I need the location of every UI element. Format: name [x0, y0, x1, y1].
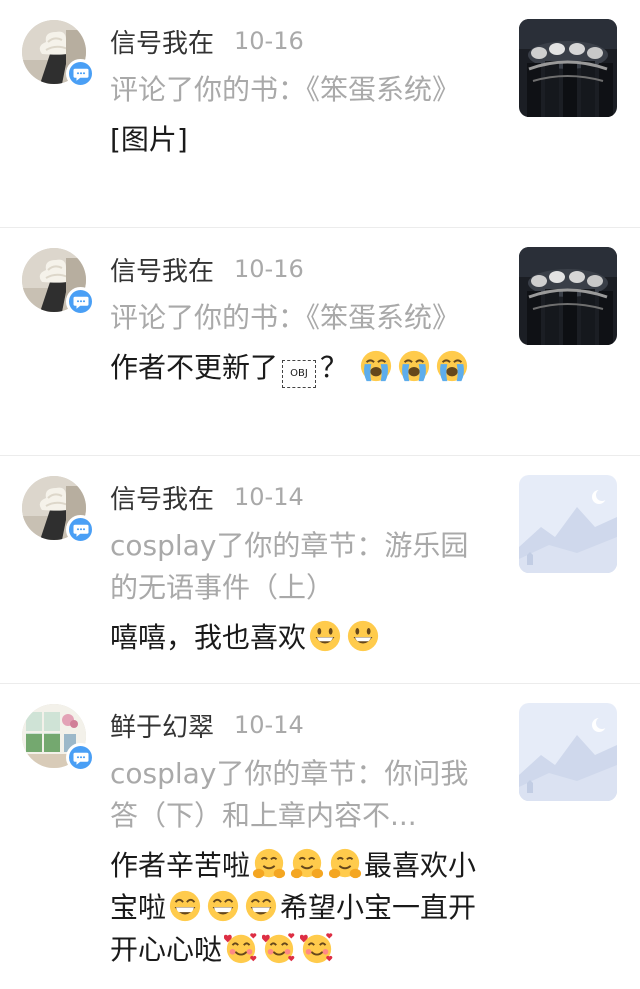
notification-content: 信号我在 10-16 评论了你的书：《笨蛋系统》 [图片]: [110, 20, 485, 161]
book-cover-thumbnail[interactable]: [519, 19, 617, 117]
beaming-face-icon: [206, 889, 240, 923]
notification-item[interactable]: 信号我在 10-16 评论了你的书：《笨蛋系统》 [图片]: [0, 0, 640, 228]
object-placeholder-icon: OBJ: [282, 360, 317, 388]
timestamp: 10-14: [234, 711, 304, 739]
notification-content: 信号我在 10-14 cosplay了你的章节：游乐园的无语事件（上） 嘻嘻，我…: [110, 476, 485, 659]
user-name[interactable]: 信号我在: [110, 251, 214, 288]
notification-header: 信号我在 10-16: [110, 248, 485, 290]
timestamp: 10-16: [234, 27, 304, 55]
beaming-face-icon: [168, 889, 202, 923]
hugging-face-icon: [252, 847, 286, 881]
comment-badge-icon: [66, 743, 95, 772]
smiling-face-with-hearts-icon: [300, 931, 334, 965]
comment-text-part: 作者辛苦啦: [110, 849, 251, 882]
comment-badge-icon: [66, 287, 95, 316]
notification-subject: cosplay了你的章节：游乐园的无语事件（上）: [110, 529, 469, 604]
comment-text-part: 嘻嘻，我也喜欢: [110, 621, 307, 654]
user-name[interactable]: 信号我在: [110, 479, 214, 516]
loudly-crying-face-icon: [435, 349, 469, 383]
timestamp: 10-16: [234, 255, 304, 283]
notification-header: 信号我在 10-14: [110, 476, 485, 518]
comment-text: [图片]: [110, 123, 188, 156]
comment-badge-icon: [66, 515, 95, 544]
comment-text: 作者辛苦啦 最喜欢小宝啦 希望小宝一直开开心心哒: [110, 845, 485, 971]
smiling-face-with-hearts-icon: [224, 931, 258, 965]
notification-subject: cosplay了你的章节：你问我答（下）和上章内容不...: [110, 757, 469, 832]
notification-item[interactable]: 信号我在 10-16 评论了你的书：《笨蛋系统》 作者不更新了 OBJ？: [0, 228, 640, 456]
user-name[interactable]: 鲜于幻翠: [110, 707, 214, 744]
comment-text-punctuation: ？: [320, 351, 349, 384]
grinning-face-icon: [346, 619, 380, 653]
comment-text: 嘻嘻，我也喜欢: [110, 617, 485, 659]
timestamp: 10-14: [234, 483, 304, 511]
hugging-face-icon: [328, 847, 362, 881]
notification-list: 信号我在 10-16 评论了你的书：《笨蛋系统》 [图片] 信号我在 10-16…: [0, 0, 640, 989]
notification-header: 鲜于幻翠 10-14: [110, 704, 485, 746]
beaming-face-icon: [244, 889, 278, 923]
notification-item[interactable]: 鲜于幻翠 10-14 cosplay了你的章节：你问我答（下）和上章内容不...…: [0, 684, 640, 989]
notification-content: 鲜于幻翠 10-14 cosplay了你的章节：你问我答（下）和上章内容不...…: [110, 704, 485, 971]
notification-subject: 评论了你的书：《笨蛋系统》: [110, 301, 461, 334]
loudly-crying-face-icon: [397, 349, 431, 383]
chapter-placeholder-thumbnail[interactable]: [519, 475, 617, 573]
notification-subject: 评论了你的书：《笨蛋系统》: [110, 73, 461, 106]
user-name[interactable]: 信号我在: [110, 23, 214, 60]
notification-header: 信号我在 10-16: [110, 20, 485, 62]
comment-text-part: 作者不更新了: [110, 351, 279, 384]
notification-content: 信号我在 10-16 评论了你的书：《笨蛋系统》 作者不更新了 OBJ？: [110, 248, 485, 389]
book-cover-thumbnail[interactable]: [519, 247, 617, 345]
hugging-face-icon: [290, 847, 324, 881]
chapter-placeholder-thumbnail[interactable]: [519, 703, 617, 801]
smiling-face-with-hearts-icon: [262, 931, 296, 965]
notification-item[interactable]: 信号我在 10-14 cosplay了你的章节：游乐园的无语事件（上） 嘻嘻，我…: [0, 456, 640, 684]
loudly-crying-face-icon: [359, 349, 393, 383]
comment-badge-icon: [66, 59, 95, 88]
grinning-face-icon: [308, 619, 342, 653]
comment-text: 作者不更新了 OBJ？: [110, 347, 485, 389]
